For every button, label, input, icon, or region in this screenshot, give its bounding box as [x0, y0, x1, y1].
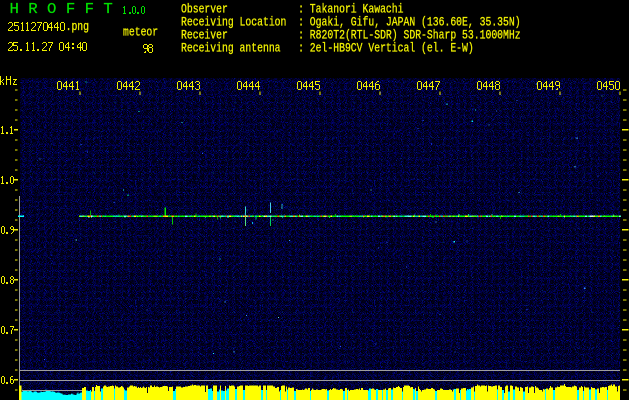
svg-text:H R O F F T: H R O F F T — [10, 1, 113, 18]
svg-text:Observer : Takanori: Observer : Takanori Kawachi — [181, 4, 404, 17]
svg-text:Receiver : R820T2(R: Receiver : R820T2(RTL-SDR) SDR-Sharp 53.… — [181, 30, 521, 43]
svg-text:.png: .png — [66, 21, 89, 34]
svg-text:Receiving antenna : 2el-HB9C: Receiving antenna : 2el-HB9CV Vertical (… — [181, 43, 474, 56]
svg-text:meteor: meteor — [123, 26, 158, 39]
svg-text:Receiving Location : Ogaki, G: Receiving Location : Ogaki, Gifu, JAPAN … — [181, 17, 521, 30]
